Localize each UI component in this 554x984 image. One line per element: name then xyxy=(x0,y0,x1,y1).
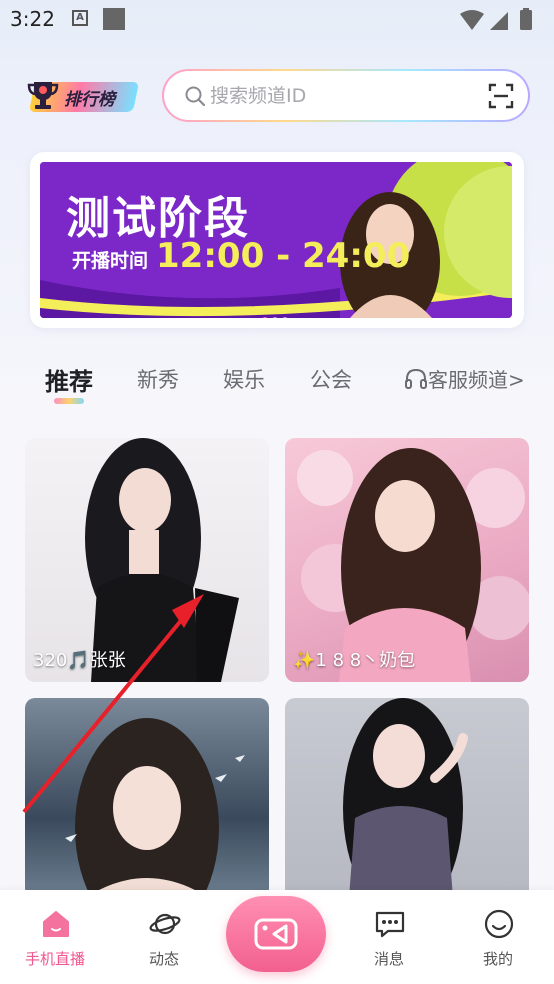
tab-entertainment[interactable]: 娱乐 xyxy=(223,364,265,394)
status-bar: 3:22 A xyxy=(0,0,554,38)
tab-newcomers[interactable]: 新秀 xyxy=(137,364,179,394)
video-camera-icon xyxy=(254,918,298,950)
headset-icon xyxy=(405,368,427,389)
tab-customer-service[interactable]: 客服频道> xyxy=(404,364,525,393)
banner-card[interactable]: 测试阶段 开播时间 12:00 - 24:00 xyxy=(30,152,524,328)
chat-bubble-icon xyxy=(375,911,405,938)
tab-guild[interactable]: 公会 xyxy=(310,364,352,394)
scan-qr-icon[interactable] xyxy=(488,83,514,109)
stream-thumbnail xyxy=(65,718,245,898)
promo-banner[interactable]: 测试阶段 开播时间 12:00 - 24:00 xyxy=(40,162,512,318)
stream-card[interactable] xyxy=(285,698,529,898)
banner-pagination xyxy=(262,308,292,318)
nav-messages[interactable]: 消息 xyxy=(344,890,434,984)
customer-service-label: 客服频道> xyxy=(428,368,525,392)
stream-card[interactable]: ✨1 8 8丶奶包 xyxy=(285,438,529,682)
nav-me-label: 我的 xyxy=(482,950,513,968)
notification-a-icon: A xyxy=(72,10,88,26)
nav-me[interactable]: 我的 xyxy=(453,890,543,984)
nav-live-label: 手机直播 xyxy=(24,950,85,968)
smiley-profile-icon xyxy=(484,909,514,939)
stream-card-label: 320🎵张张 xyxy=(33,650,126,671)
banner-dot xyxy=(262,317,268,318)
banner-time-label: 开播时间 xyxy=(72,250,149,272)
search-bar-inner xyxy=(164,71,528,120)
nav-moments-label: 动态 xyxy=(148,950,179,968)
notification-square-icon xyxy=(103,8,125,30)
tab-recommend[interactable]: 推荐 xyxy=(45,362,93,397)
go-live-button[interactable] xyxy=(226,896,326,972)
nav-messages-label: 消息 xyxy=(373,950,404,968)
leaderboard-label: 排行榜 xyxy=(64,90,115,110)
search-bar[interactable] xyxy=(162,69,530,122)
planet-icon xyxy=(149,913,181,935)
stream-card-label: ✨1 8 8丶奶包 xyxy=(293,650,416,671)
home-icon xyxy=(43,911,69,937)
status-time: 3:22 xyxy=(10,7,55,31)
stream-card[interactable]: 320🎵张张 xyxy=(25,438,269,682)
nav-live[interactable]: 手机直播 xyxy=(10,890,100,984)
nav-moments[interactable]: 动态 xyxy=(119,890,209,984)
tab-active-indicator xyxy=(54,398,84,404)
stream-thumbnail xyxy=(343,698,468,898)
search-input[interactable] xyxy=(210,71,480,120)
trophy-icon xyxy=(27,82,59,109)
search-icon xyxy=(185,86,206,107)
leaderboard-button[interactable]: 排行榜 xyxy=(26,78,140,114)
banner-time-range: 12:00 - 24:00 xyxy=(156,236,411,276)
banner-dot xyxy=(282,317,288,318)
wifi-signal-battery-icon xyxy=(460,8,532,30)
stream-card[interactable] xyxy=(25,698,269,898)
banner-dot xyxy=(272,317,278,318)
